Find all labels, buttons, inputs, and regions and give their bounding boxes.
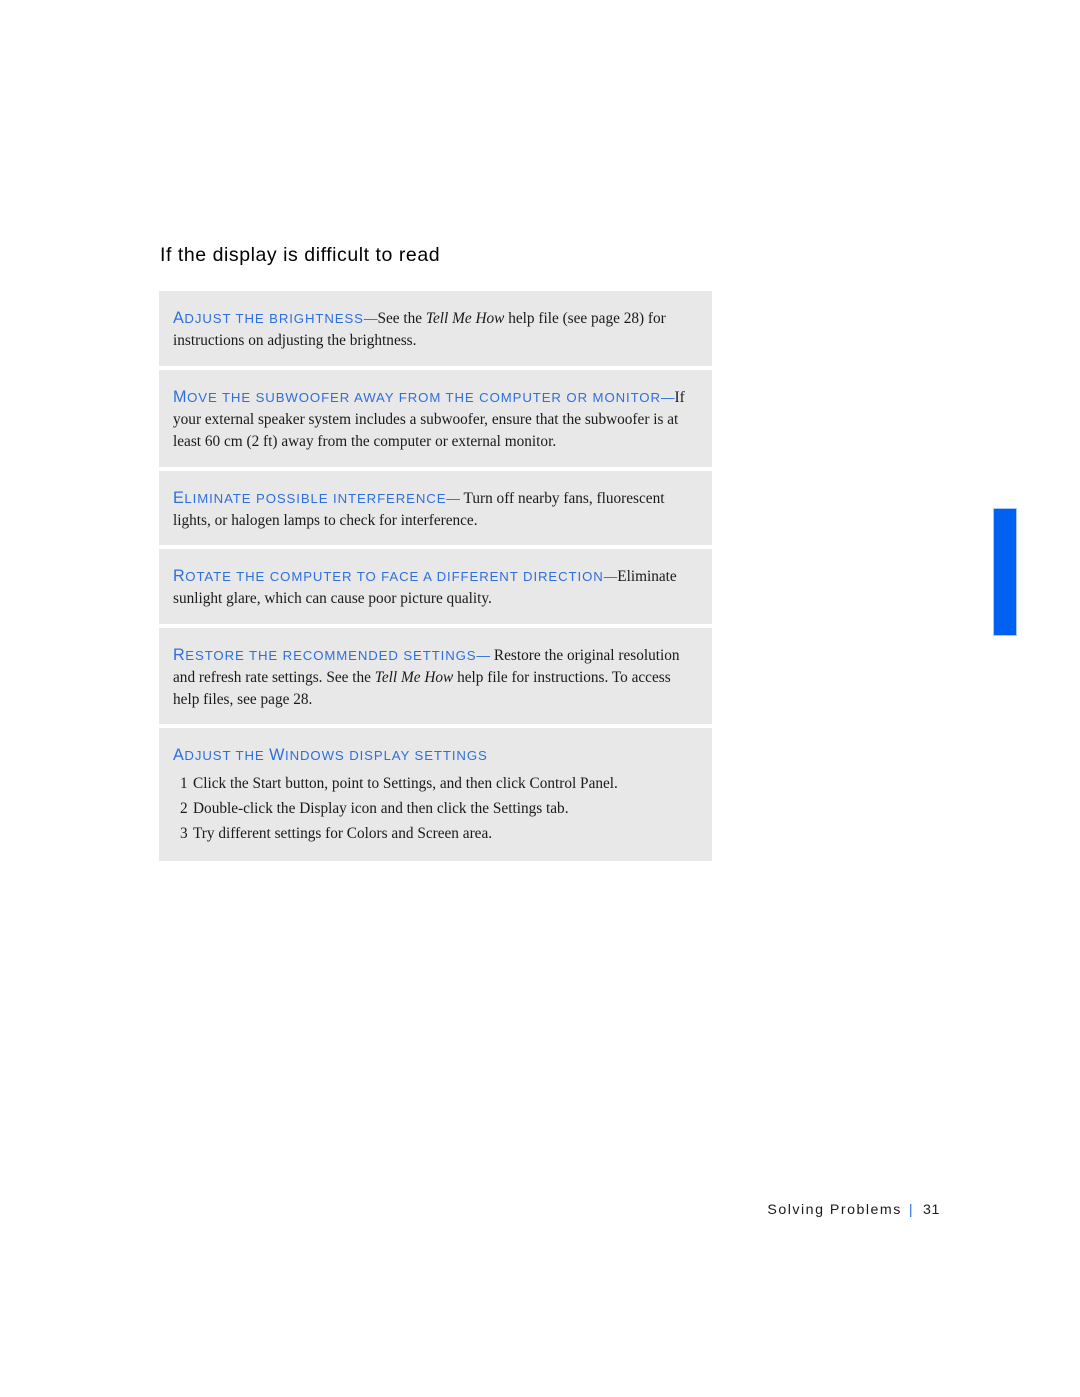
tip-term: ROTATE THE COMPUTER TO FACE A DIFFERENT … bbox=[173, 567, 604, 586]
tip-term-initial: A bbox=[173, 309, 185, 328]
procedure-box: ADJUST THE WINDOWS DISPLAY SETTINGS 1 Cli… bbox=[159, 728, 712, 861]
step-number: 2 bbox=[180, 800, 188, 818]
tip-term-initial: E bbox=[173, 488, 185, 507]
tip-body-before: See the bbox=[377, 310, 426, 328]
tip-term: ADJUST THE BRIGHTNESS bbox=[173, 309, 364, 328]
footer-section-title: Solving Problems bbox=[767, 1202, 902, 1218]
tip-box: ADJUST THE BRIGHTNESS—See the Tell Me Ho… bbox=[159, 291, 712, 367]
tip-term: RESTORE THE RECOMMENDED SETTINGS bbox=[173, 645, 477, 664]
procedure-term-rest-2: INDOWS DISPLAY SETTINGS bbox=[285, 748, 488, 764]
footer-page-number: 31 bbox=[923, 1202, 940, 1218]
tip-term-rest: OTATE THE COMPUTER TO FACE A DIFFERENT D… bbox=[185, 569, 604, 585]
tip-box: ELIMINATE POSSIBLE INTERFERENCE— Turn of… bbox=[159, 470, 712, 546]
tip-term-initial: M bbox=[173, 388, 188, 407]
tip-term-initial: R bbox=[173, 645, 186, 664]
page-content: If the display is difficult to read ADJU… bbox=[159, 243, 712, 865]
procedure-term: ADJUST THE WINDOWS DISPLAY SETTINGS bbox=[173, 746, 488, 765]
tip-box: MOVE THE SUBWOOFER AWAY FROM THE COMPUTE… bbox=[159, 370, 712, 467]
tip-term-dash: — bbox=[660, 390, 675, 406]
tip-paragraph: RESTORE THE RECOMMENDED SETTINGS— Restor… bbox=[173, 644, 698, 710]
tip-paragraph: ELIMINATE POSSIBLE INTERFERENCE— Turn of… bbox=[173, 487, 698, 532]
list-item: 1 Click the Start button, point to Settin… bbox=[173, 772, 698, 797]
procedure-term-rest-1: DJUST THE bbox=[184, 748, 270, 764]
page-footer: Solving Problems | 31 bbox=[0, 1202, 940, 1218]
chapter-edge-marker bbox=[993, 508, 1017, 636]
tip-body-italic: Tell Me How bbox=[374, 668, 454, 686]
tip-term: ELIMINATE POSSIBLE INTERFERENCE bbox=[173, 488, 447, 507]
tip-body-italic: Tell Me How bbox=[425, 310, 505, 328]
page-title: If the display is difficult to read bbox=[160, 244, 441, 266]
list-item: 2 Double-click the Display icon and then … bbox=[173, 797, 698, 822]
tip-term-initial: R bbox=[173, 567, 186, 586]
step-number: 3 bbox=[180, 824, 188, 842]
tip-paragraph: ROTATE THE COMPUTER TO FACE A DIFFERENT … bbox=[173, 565, 698, 610]
list-item: 3 Try different settings for Colors and S… bbox=[173, 822, 698, 847]
tip-term-dash: — bbox=[446, 490, 460, 506]
tip-term-dash: — bbox=[603, 569, 618, 585]
tip-term-dash: — bbox=[363, 311, 378, 327]
procedure-steps: 1 Click the Start button, point to Settin… bbox=[173, 772, 698, 846]
tip-term: MOVE THE SUBWOOFER AWAY FROM THE COMPUTE… bbox=[173, 388, 661, 407]
procedure-term-initial: A bbox=[173, 746, 185, 765]
document-page: If the display is difficult to read ADJU… bbox=[0, 0, 1080, 1397]
tip-paragraph: ADJUST THE BRIGHTNESS—See the Tell Me Ho… bbox=[173, 307, 698, 352]
step-number: 1 bbox=[180, 775, 188, 793]
tip-term-rest: ESTORE THE RECOMMENDED SETTINGS bbox=[185, 647, 477, 663]
footer-separator: | bbox=[908, 1202, 915, 1218]
tip-term-rest: OVE THE SUBWOOFER AWAY FROM THE COMPUTER… bbox=[187, 390, 661, 406]
step-text: Click the Start button, point to Setting… bbox=[193, 775, 618, 793]
tip-box: ROTATE THE COMPUTER TO FACE A DIFFERENT … bbox=[159, 549, 712, 624]
tip-term-rest: LIMINATE POSSIBLE INTERFERENCE bbox=[184, 490, 447, 506]
step-text: Double-click the Display icon and then c… bbox=[193, 800, 569, 818]
tip-box: RESTORE THE RECOMMENDED SETTINGS— Restor… bbox=[159, 627, 712, 725]
procedure-term-initial-2: W bbox=[269, 746, 286, 765]
step-text: Try different settings for Colors and Sc… bbox=[193, 824, 493, 842]
tip-paragraph: MOVE THE SUBWOOFER AWAY FROM THE COMPUTE… bbox=[173, 386, 698, 452]
procedure-heading: ADJUST THE WINDOWS DISPLAY SETTINGS bbox=[173, 744, 698, 767]
tip-term-rest: DJUST THE BRIGHTNESS bbox=[184, 311, 364, 327]
tip-term-dash: — bbox=[476, 647, 491, 663]
